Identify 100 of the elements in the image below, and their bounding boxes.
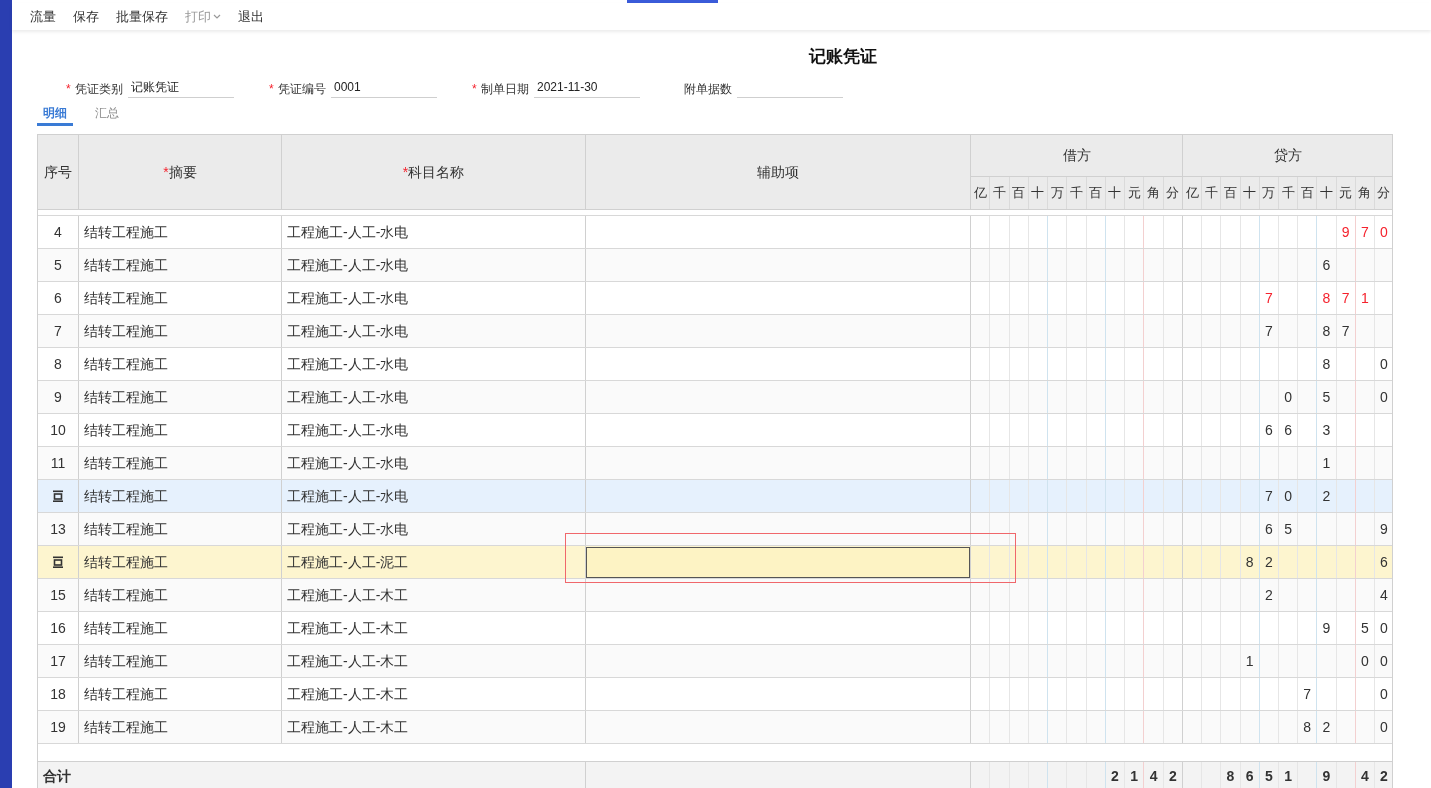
table-row[interactable]: 11 结转工程施工 工程施工-人工-水电 1 bbox=[38, 447, 1392, 480]
amount-digit: 2 bbox=[1264, 585, 1273, 605]
unit-header: 分 bbox=[1377, 184, 1391, 203]
amount-digit: 6 bbox=[1264, 420, 1273, 440]
field-label: 制单日期 bbox=[481, 81, 529, 98]
amount-digit: 6 bbox=[1264, 519, 1273, 539]
table-row[interactable]: 5 结转工程施工 工程施工-人工-水电 6 bbox=[38, 249, 1392, 282]
field-label: 附单据数 bbox=[684, 81, 732, 98]
table-cell-text: 13 bbox=[50, 519, 66, 539]
column-header: 序号 bbox=[44, 162, 72, 182]
amount-digit: 0 bbox=[1380, 618, 1388, 638]
input-field[interactable]: 2021-11-30 bbox=[534, 79, 640, 98]
table-cell-text: 工程施工-人工-木工 bbox=[287, 717, 409, 737]
insert-row-icon[interactable] bbox=[52, 490, 64, 502]
unit-header: 千 bbox=[1069, 184, 1083, 203]
required-mark: * bbox=[472, 82, 477, 96]
required-mark: * bbox=[269, 82, 274, 96]
table-row[interactable]: 17 结转工程施工 工程施工-人工-木工 1 0 0 bbox=[38, 645, 1392, 678]
table-row[interactable]: 6 结转工程施工 工程施工-人工-水电 7 8 7 1 bbox=[38, 282, 1392, 315]
table-row[interactable]: 15 结转工程施工 工程施工-人工-木工 2 4 bbox=[38, 579, 1392, 612]
table-cell-text: 6 bbox=[54, 288, 62, 308]
amount-digit: 8 bbox=[1322, 321, 1331, 341]
table-cell-text: 工程施工-人工-水电 bbox=[287, 420, 409, 440]
table-row[interactable]: 18 结转工程施工 工程施工-人工-木工 7 0 bbox=[38, 678, 1392, 711]
unit-header: 百 bbox=[1012, 184, 1026, 203]
required-mark: * bbox=[66, 82, 71, 96]
table-row[interactable]: 4 结转工程施工 工程施工-人工-水电 9 7 0 bbox=[38, 216, 1392, 249]
table-row[interactable]: 7 结转工程施工 工程施工-人工-水电 7 8 7 bbox=[38, 315, 1392, 348]
table-cell-text: 8 bbox=[54, 354, 62, 374]
table-cell-text: 16 bbox=[50, 618, 66, 638]
toolbar-button[interactable]: 保存 bbox=[73, 6, 99, 27]
amount-digit: 6 bbox=[1322, 255, 1331, 275]
insert-row-icon[interactable] bbox=[52, 556, 64, 568]
required-mark: * bbox=[402, 162, 409, 182]
amount-digit: 7 bbox=[1264, 288, 1273, 308]
table-cell-text: 结转工程施工 bbox=[84, 519, 168, 539]
table-cell-text: 工程施工-人工-水电 bbox=[287, 519, 409, 539]
amount-digit: 6 bbox=[1245, 767, 1254, 786]
amount-digit: 7 bbox=[1360, 222, 1369, 242]
unit-header: 百 bbox=[1089, 184, 1103, 203]
toolbar-button[interactable]: 退出 bbox=[238, 6, 264, 27]
unit-header: 亿 bbox=[973, 184, 987, 203]
column-header: 辅助项 bbox=[757, 162, 799, 182]
amount-digit: 7 bbox=[1341, 288, 1350, 308]
unit-header: 十 bbox=[1031, 184, 1045, 203]
table-row[interactable]: 13 结转工程施工 工程施工-人工-水电 6 5 9 bbox=[38, 513, 1392, 546]
column-header: 摘要 bbox=[168, 162, 197, 182]
amount-digit: 5 bbox=[1264, 767, 1273, 786]
amount-digit: 6 bbox=[1284, 420, 1292, 440]
amount-digit: 3 bbox=[1322, 420, 1331, 440]
amount-digit: 0 bbox=[1284, 486, 1292, 506]
amount-digit: 7 bbox=[1303, 684, 1312, 704]
table-cell-text: 结转工程施工 bbox=[84, 387, 168, 407]
amount-digit: 0 bbox=[1380, 222, 1388, 242]
table-cell-text: 结转工程施工 bbox=[84, 552, 168, 572]
input-field[interactable] bbox=[586, 546, 970, 578]
unit-header: 千 bbox=[1204, 184, 1218, 203]
amount-digit: 2 bbox=[1264, 552, 1273, 572]
table-cell-text: 7 bbox=[54, 321, 62, 341]
table-row[interactable]: 16 结转工程施工 工程施工-人工-木工 9 5 0 bbox=[38, 612, 1392, 645]
amount-digit: 2 bbox=[1380, 767, 1388, 786]
table-row[interactable]: 结转工程施工 工程施工-人工-泥工 8 2 6 bbox=[38, 546, 1392, 579]
unit-header: 万 bbox=[1262, 184, 1276, 203]
toolbar-button[interactable]: 批量保存 bbox=[116, 6, 168, 27]
amount-digit: 4 bbox=[1380, 585, 1388, 605]
amount-digit: 9 bbox=[1380, 519, 1388, 539]
amount-digit: 1 bbox=[1284, 767, 1292, 786]
table-row[interactable]: 8 结转工程施工 工程施工-人工-水电 8 0 bbox=[38, 348, 1392, 381]
table-cell-text: 结转工程施工 bbox=[84, 321, 168, 341]
unit-header: 千 bbox=[1281, 184, 1295, 203]
amount-digit: 8 bbox=[1322, 354, 1331, 374]
amount-digit: 0 bbox=[1380, 717, 1388, 737]
input-field[interactable]: 0001 bbox=[331, 79, 437, 98]
column-header: 借方 bbox=[1062, 146, 1091, 165]
amount-digit: 9 bbox=[1322, 767, 1331, 786]
unit-header: 千 bbox=[992, 184, 1006, 203]
table-cell-text: 结转工程施工 bbox=[84, 717, 168, 737]
table-cell-text: 9 bbox=[54, 387, 62, 407]
table-cell-text: 15 bbox=[50, 585, 66, 605]
table-cell-text: 工程施工-人工-水电 bbox=[287, 222, 409, 242]
table-row[interactable]: 9 结转工程施工 工程施工-人工-水电 0 5 0 bbox=[38, 381, 1392, 414]
table-cell-text: 结转工程施工 bbox=[84, 453, 168, 473]
tab[interactable]: 明细 bbox=[37, 102, 73, 126]
table-cell-text: 10 bbox=[50, 420, 66, 440]
table-row[interactable]: 19 结转工程施工 工程施工-人工-木工 8 2 0 bbox=[38, 711, 1392, 744]
amount-digit: 2 bbox=[1322, 717, 1331, 737]
table-cell-text: 19 bbox=[50, 717, 66, 737]
table-cell-text: 结转工程施工 bbox=[84, 222, 168, 242]
toolbar-button[interactable]: 流量 bbox=[30, 6, 56, 27]
table-cell-text: 结转工程施工 bbox=[84, 618, 168, 638]
input-field[interactable]: 记账凭证 bbox=[128, 79, 234, 98]
total-label: 合计 bbox=[43, 767, 71, 786]
table-row[interactable]: 10 结转工程施工 工程施工-人工-水电 6 6 3 bbox=[38, 414, 1392, 447]
table-cell-text: 工程施工-人工-水电 bbox=[287, 486, 409, 506]
table-cell-text: 结转工程施工 bbox=[84, 684, 168, 704]
table-row[interactable]: 结转工程施工 工程施工-人工-水电 7 0 2 bbox=[38, 480, 1392, 513]
tab[interactable]: 汇总 bbox=[89, 102, 125, 126]
table-cell-text: 工程施工-人工-木工 bbox=[287, 618, 409, 638]
table-cell-text: 结转工程施工 bbox=[84, 585, 168, 605]
unit-header: 角 bbox=[1147, 184, 1160, 203]
